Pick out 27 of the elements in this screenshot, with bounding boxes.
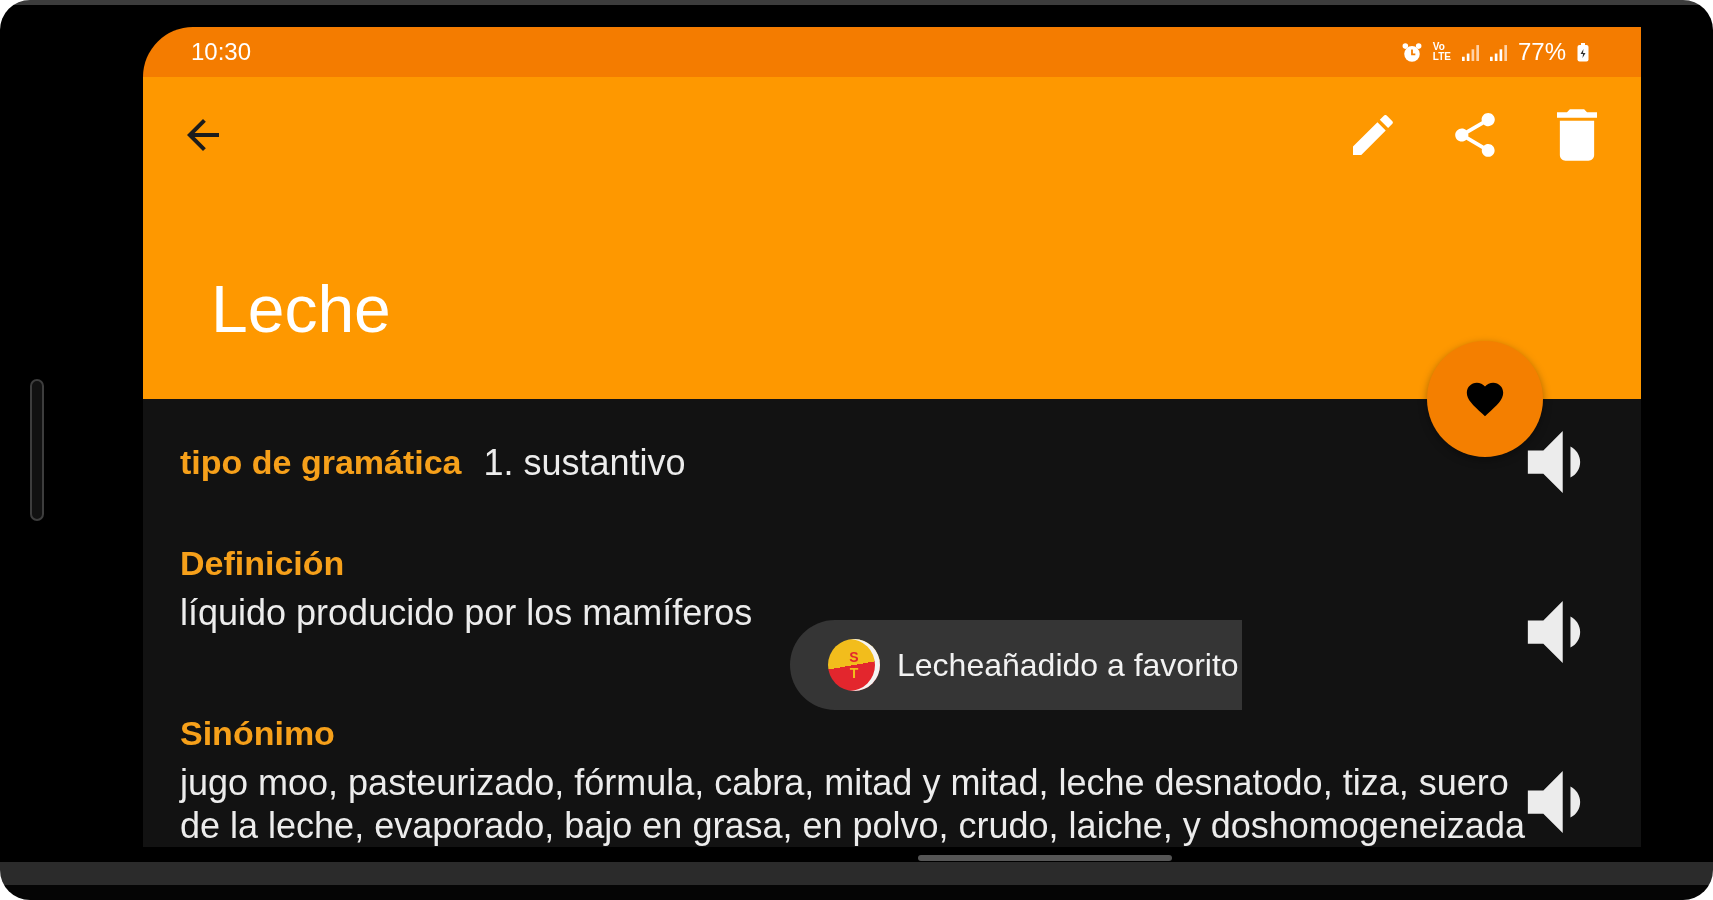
back-arrow-icon — [187, 119, 219, 151]
pencil-icon — [1353, 115, 1393, 155]
field-value: 1. sustantivo — [483, 440, 686, 484]
trash-can-icon — [1557, 109, 1597, 161]
network-type-label: Vo LTE — [1432, 42, 1451, 62]
battery-icon — [1577, 42, 1589, 62]
speaker-icon — [1527, 771, 1581, 833]
alarm-clock-icon — [1401, 42, 1422, 62]
field-label: Sinónimo — [180, 713, 335, 753]
signal-bars-icon — [1489, 43, 1507, 61]
speaker-button[interactable] — [1527, 771, 1581, 833]
logo-letter: S — [849, 649, 859, 665]
field-value: líquido producido por los mamíferos — [180, 591, 753, 634]
speaker-button[interactable] — [1527, 601, 1581, 663]
speaker-button[interactable] — [1527, 431, 1581, 493]
signal-bars-icon — [1461, 43, 1479, 61]
battery-percentage: 77% — [1517, 38, 1566, 66]
status-time: 10:30 — [191, 38, 252, 66]
toast-text: Lecheañadido a favorito — [897, 646, 1239, 684]
page-title: Leche — [211, 271, 392, 348]
logo-letter: T — [849, 665, 859, 681]
share-icon — [1455, 113, 1495, 157]
field-label: tipo de gramática — [180, 442, 462, 482]
field-value: jugo moo, pasteurizado, fórmula, cabra, mitad y mitad, leche desnatodo, tiza, suero de la leche, evaporado, bajo en grasa, en polvo, crudo, laiche, y doshomogeneizada — [180, 761, 1525, 847]
field-label: Definición — [180, 543, 345, 583]
speaker-icon — [1527, 431, 1581, 493]
speaker-icon — [1527, 601, 1581, 663]
